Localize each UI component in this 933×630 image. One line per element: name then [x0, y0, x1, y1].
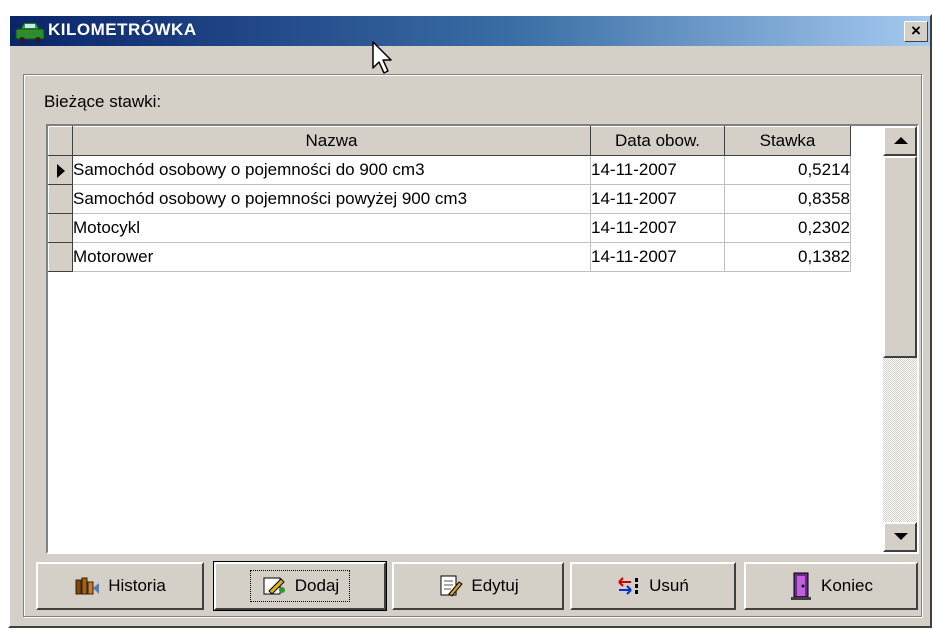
table-row[interactable]: Motorower 14-11-2007 0,1382 — [48, 242, 851, 272]
scroll-up-button[interactable] — [883, 126, 917, 156]
title-bar[interactable]: KILOMETRÓWKA × — [10, 16, 930, 46]
history-button-label: Historia — [108, 576, 166, 595]
books-icon — [75, 577, 100, 595]
row-indicator[interactable] — [48, 155, 73, 185]
scroll-down-button[interactable] — [883, 522, 917, 552]
edit-button[interactable]: Edytuj — [392, 562, 564, 610]
cell-rate[interactable]: 0,1382 — [724, 242, 851, 272]
column-header-stawka[interactable]: Stawka — [724, 126, 851, 156]
row-indicator[interactable] — [48, 242, 73, 272]
add-pencil-icon — [263, 577, 285, 595]
column-header-nazwa[interactable]: Nazwa — [72, 126, 591, 156]
cell-name[interactable]: Motorower — [72, 242, 591, 272]
cell-date[interactable]: 14-11-2007 — [590, 242, 725, 272]
close-window-button[interactable]: × — [904, 21, 928, 42]
row-indicator[interactable] — [48, 184, 73, 214]
cell-rate[interactable]: 0,8358 — [724, 184, 851, 214]
cell-rate[interactable]: 0,5214 — [724, 155, 851, 185]
rates-grid[interactable]: Nazwa Data obow. Stawka Samochód osobowy… — [46, 124, 919, 554]
delete-button[interactable]: Usuń — [570, 562, 736, 610]
cell-date[interactable]: 14-11-2007 — [590, 155, 725, 185]
exit-door-icon — [791, 572, 811, 600]
vertical-scrollbar[interactable] — [883, 126, 917, 552]
cell-name[interactable]: Samochód osobowy o pojemności do 900 cm3 — [72, 155, 591, 185]
table-row[interactable]: Motocykl 14-11-2007 0,2302 — [48, 213, 851, 243]
current-rates-label: Bieżące stawki: — [44, 92, 162, 111]
cell-rate[interactable]: 0,2302 — [724, 213, 851, 243]
cell-name[interactable]: Samochód osobowy o pojemności powyżej 90… — [72, 184, 591, 214]
cell-name[interactable]: Motocykl — [72, 213, 591, 243]
kilometrowka-window: KILOMETRÓWKA × Bieżące stawki: Nazwa Dat… — [8, 14, 932, 628]
cell-date[interactable]: 14-11-2007 — [590, 184, 725, 214]
mouse-pointer-icon — [372, 41, 392, 74]
header-indicator-cell — [48, 126, 73, 156]
edit-button-label: Edytuj — [471, 576, 519, 595]
row-indicator[interactable] — [48, 213, 73, 243]
add-button[interactable]: Dodaj — [213, 561, 387, 611]
table-row[interactable]: Samochód osobowy o pojemności do 900 cm3… — [48, 155, 851, 185]
close-button[interactable]: Koniec — [744, 562, 918, 610]
history-button[interactable]: Historia — [36, 562, 204, 610]
table-row[interactable]: Samochód osobowy o pojemności powyżej 90… — [48, 184, 851, 214]
grid-header-row: Nazwa Data obow. Stawka — [48, 126, 851, 156]
rates-table: Nazwa Data obow. Stawka Samochód osobowy… — [48, 126, 851, 272]
arrow-up-icon — [894, 137, 908, 144]
car-icon — [15, 22, 45, 43]
delete-button-label: Usuń — [649, 576, 689, 595]
add-button-label: Dodaj — [294, 576, 340, 595]
add-button-focus: Dodaj — [249, 570, 351, 602]
current-row-arrow-icon — [56, 163, 65, 178]
arrow-down-icon — [894, 533, 908, 540]
edit-document-icon — [440, 575, 464, 597]
column-header-data-obow[interactable]: Data obow. — [590, 126, 725, 156]
delete-arrows-icon — [618, 577, 639, 595]
close-button-label: Koniec — [821, 576, 873, 595]
scroll-thumb[interactable] — [883, 156, 917, 358]
cell-date[interactable]: 14-11-2007 — [590, 213, 725, 243]
window-title: KILOMETRÓWKA — [48, 20, 197, 39]
